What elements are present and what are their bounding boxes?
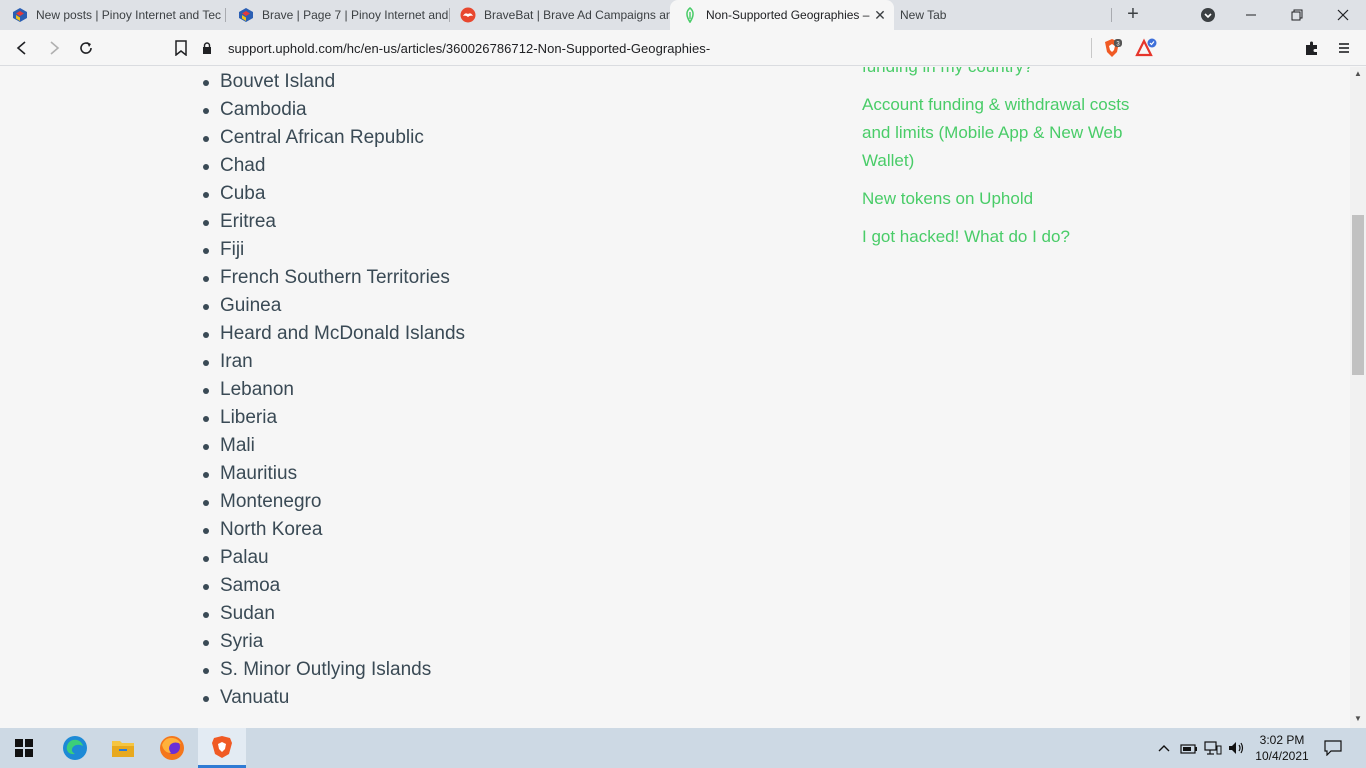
- windows-start-icon[interactable]: [0, 728, 48, 768]
- list-item: Sudan: [202, 600, 465, 628]
- reload-icon[interactable]: [74, 36, 98, 60]
- brave-browser-taskbar-icon[interactable]: [198, 728, 246, 768]
- list-item: Mauritius: [202, 460, 465, 488]
- list-item: Liberia: [202, 404, 465, 432]
- tab-new-tab[interactable]: New Tab: [888, 0, 1110, 30]
- tab-title: BraveBat | Brave Ad Campaigns an: [484, 8, 670, 22]
- tab-pinoy-new-posts[interactable]: New posts | Pinoy Internet and Tec: [0, 0, 222, 30]
- brave-shields-icon[interactable]: 3: [1100, 36, 1124, 60]
- taskbar-clock[interactable]: 3:02 PM 10/4/2021: [1250, 732, 1314, 764]
- close-window-icon[interactable]: [1320, 0, 1366, 30]
- extensions-puzzle-icon[interactable]: [1300, 36, 1324, 60]
- address-bar[interactable]: support.uphold.com/hc/en-us/articles/360…: [166, 33, 1094, 63]
- list-item: Vanuatu: [202, 684, 465, 712]
- related-articles: funding in my country? Account funding &…: [862, 67, 1162, 261]
- browser-toolbar: support.uphold.com/hc/en-us/articles/360…: [0, 30, 1366, 66]
- list-item: Central African Republic: [202, 124, 465, 152]
- scrollbar-thumb[interactable]: [1352, 215, 1364, 375]
- page-content: Bouvet Island Cambodia Central African R…: [0, 67, 1350, 728]
- volume-icon[interactable]: [1227, 738, 1247, 758]
- back-arrow-icon[interactable]: [10, 36, 34, 60]
- related-article-link[interactable]: New tokens on Uphold: [862, 185, 1162, 213]
- tab-title: Non-Supported Geographies –: [706, 8, 870, 22]
- related-article-link[interactable]: I got hacked! What do I do?: [862, 223, 1162, 251]
- list-item: Samoa: [202, 572, 465, 600]
- list-item: Fiji: [202, 236, 465, 264]
- list-item: French Southern Territories: [202, 264, 465, 292]
- pinoy-favicon-icon: [238, 7, 254, 23]
- url-text: support.uphold.com/hc/en-us/articles/360…: [228, 40, 711, 56]
- list-item: Palau: [202, 544, 465, 572]
- tab-separator: [1111, 8, 1112, 22]
- firefox-icon[interactable]: [148, 728, 196, 768]
- tab-non-supported-geographies[interactable]: Non-Supported Geographies – ✕: [670, 0, 894, 30]
- list-item: Syria: [202, 628, 465, 656]
- list-item: Montenegro: [202, 488, 465, 516]
- list-item: Mali: [202, 432, 465, 460]
- non-supported-country-list: Bouvet Island Cambodia Central African R…: [202, 68, 465, 712]
- list-item: Lebanon: [202, 376, 465, 404]
- page-scrollbar[interactable]: [1350, 67, 1366, 728]
- restore-icon[interactable]: [1274, 0, 1320, 30]
- list-item: S. Minor Outlying Islands: [202, 656, 465, 684]
- bravebat-favicon-icon: [460, 7, 476, 23]
- edge-browser-icon[interactable]: [51, 728, 99, 768]
- omnibox-divider: [1091, 38, 1092, 58]
- menu-hamburger-icon[interactable]: [1332, 36, 1356, 60]
- list-item: North Korea: [202, 516, 465, 544]
- notifications-icon[interactable]: [1322, 738, 1344, 758]
- scroll-up-icon[interactable]: ▲: [1350, 67, 1366, 81]
- brave-rewards-icon[interactable]: [1134, 36, 1158, 60]
- list-item: Iran: [202, 348, 465, 376]
- tab-strip: New posts | Pinoy Internet and Tec Brave…: [0, 0, 1366, 30]
- show-hidden-icons-chevron-up-icon[interactable]: [1156, 738, 1172, 758]
- forward-arrow-icon[interactable]: [42, 36, 66, 60]
- list-item: Guinea: [202, 292, 465, 320]
- tab-bravebat[interactable]: BraveBat | Brave Ad Campaigns an: [448, 0, 670, 30]
- list-item: Cuba: [202, 180, 465, 208]
- windows-taskbar: 3:02 PM 10/4/2021: [0, 728, 1366, 768]
- clock-time: 3:02 PM: [1259, 733, 1305, 747]
- tab-search-icon[interactable]: [1185, 0, 1231, 30]
- tab-pinoy-brave[interactable]: Brave | Page 7 | Pinoy Internet and: [226, 0, 448, 30]
- list-item: Heard and McDonald Islands: [202, 320, 465, 348]
- pinoy-favicon-icon: [12, 7, 28, 23]
- battery-icon[interactable]: [1179, 738, 1199, 758]
- uphold-favicon-icon: [682, 7, 698, 23]
- scroll-down-icon[interactable]: ▼: [1350, 712, 1366, 726]
- list-item: Eritrea: [202, 208, 465, 236]
- close-tab-icon[interactable]: ✕: [872, 7, 888, 24]
- network-icon[interactable]: [1203, 738, 1223, 758]
- file-explorer-icon[interactable]: [99, 728, 147, 768]
- minimize-icon[interactable]: [1228, 0, 1274, 30]
- list-item: Cambodia: [202, 96, 465, 124]
- clock-date: 10/4/2021: [1255, 749, 1309, 763]
- tab-title: Brave | Page 7 | Pinoy Internet and: [262, 8, 448, 22]
- related-article-link[interactable]: funding in my country?: [862, 67, 1162, 81]
- list-item: Bouvet Island: [202, 68, 465, 96]
- tab-title: New posts | Pinoy Internet and Tec: [36, 8, 221, 22]
- related-article-link[interactable]: Account funding & withdrawal costs and l…: [862, 91, 1162, 175]
- lock-icon[interactable]: [202, 42, 218, 54]
- tab-title: New Tab: [900, 8, 947, 22]
- new-tab-plus-icon[interactable]: +: [1122, 4, 1144, 26]
- list-item: Chad: [202, 152, 465, 180]
